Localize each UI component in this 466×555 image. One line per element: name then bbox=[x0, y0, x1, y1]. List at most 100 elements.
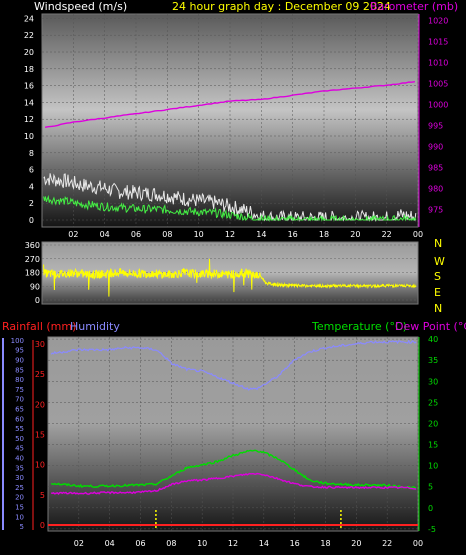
weather-graph: Windspeed (m/s) 24 hour graph day : Dece… bbox=[2, 0, 466, 548]
y-tick-label: 10 bbox=[24, 132, 34, 141]
y-tick-label: 10 bbox=[35, 461, 45, 470]
x-tick-label: 06 bbox=[131, 230, 141, 239]
windspeed-tick-labels: 024681012141618202224 bbox=[24, 14, 34, 225]
y-tick-label: 50 bbox=[15, 435, 24, 443]
y-tick-label: 35 bbox=[15, 464, 24, 472]
y-tick-label: 80 bbox=[15, 376, 24, 384]
y-tick-label: 22 bbox=[24, 31, 34, 40]
y-tick-label: 25 bbox=[428, 398, 438, 407]
x-tick-label: 22 bbox=[382, 230, 392, 239]
x-tick-label: 20 bbox=[350, 230, 360, 239]
y-tick-label: 30 bbox=[35, 340, 45, 349]
y-tick-label: 1005 bbox=[428, 80, 448, 89]
y-tick-label: 995 bbox=[428, 122, 443, 131]
y-tick-label: 25 bbox=[35, 370, 45, 379]
x-tick-label: 22 bbox=[382, 539, 392, 548]
y-tick-label: 18 bbox=[24, 65, 34, 74]
x-tick-label: 02 bbox=[74, 539, 84, 548]
x-tick-label: 14 bbox=[256, 230, 266, 239]
y-tick-label: 25 bbox=[15, 484, 24, 492]
y-tick-label: 990 bbox=[428, 143, 443, 152]
compass-label: E bbox=[434, 286, 441, 299]
y-tick-label: 1010 bbox=[428, 59, 448, 68]
y-tick-label: 65 bbox=[15, 406, 24, 414]
y-tick-label: 15 bbox=[35, 431, 45, 440]
x-tick-label: 08 bbox=[162, 230, 172, 239]
wind-panel-x-tick-labels: 02 04 06 08 10 12 14 16 18 20 22 00 bbox=[68, 230, 423, 239]
y-tick-label: 16 bbox=[24, 82, 34, 91]
y-tick-label: 90 bbox=[30, 282, 40, 291]
y-tick-label: -5 bbox=[428, 525, 436, 534]
y-tick-label: 2 bbox=[29, 199, 34, 208]
humidity-axis-label: Humidity bbox=[70, 320, 120, 333]
y-tick-label: 5 bbox=[40, 491, 45, 500]
y-tick-label: 95 bbox=[15, 347, 24, 355]
x-tick-label: 10 bbox=[197, 539, 207, 548]
x-tick-label: 04 bbox=[100, 230, 110, 239]
y-tick-label: 55 bbox=[15, 425, 24, 433]
y-tick-label: 0 bbox=[428, 504, 433, 513]
temperature-panel-x-tick-labels: 02 04 06 08 10 12 14 16 18 20 22 00 bbox=[74, 539, 423, 548]
y-tick-label: 30 bbox=[428, 377, 438, 386]
barometer-tick-labels: 975 980 985 990 995 1000 1005 1010 1015 1020 bbox=[418, 14, 448, 227]
y-tick-label: 15 bbox=[428, 441, 438, 450]
y-tick-label: 1000 bbox=[428, 101, 448, 110]
x-tick-label: 04 bbox=[105, 539, 115, 548]
y-tick-label: 70 bbox=[15, 396, 24, 404]
y-tick-label: 90 bbox=[15, 357, 24, 365]
y-tick-label: 40 bbox=[428, 335, 438, 344]
y-tick-label: 985 bbox=[428, 164, 443, 173]
y-tick-label: 5 bbox=[20, 523, 24, 531]
x-tick-label: 10 bbox=[194, 230, 204, 239]
y-tick-label: 30 bbox=[15, 474, 24, 482]
x-tick-label: 02 bbox=[68, 230, 78, 239]
y-tick-label: 20 bbox=[24, 48, 34, 57]
y-tick-label: 0 bbox=[40, 521, 45, 530]
y-tick-label: 40 bbox=[15, 455, 24, 463]
y-tick-label: 20 bbox=[15, 494, 24, 502]
y-tick-label: 180 bbox=[25, 269, 40, 278]
y-tick-label: 14 bbox=[24, 98, 34, 107]
compass-labels: NWSEN bbox=[434, 237, 445, 315]
x-tick-label: 12 bbox=[228, 539, 238, 548]
y-tick-label: 360 bbox=[25, 241, 40, 250]
y-tick-label: 4 bbox=[29, 182, 34, 191]
y-tick-label: 12 bbox=[24, 115, 34, 124]
x-tick-label: 20 bbox=[351, 539, 361, 548]
temperature-tick-labels: -5 0 5 10 15 20 25 30 35 40 bbox=[428, 335, 438, 534]
y-tick-label: 1015 bbox=[428, 38, 448, 47]
humidity-tick-labels: 5101520253035404550556065707580859095100 bbox=[11, 337, 24, 531]
chart-title: 24 hour graph day : December 09 2024 bbox=[172, 0, 391, 13]
y-tick-label: 75 bbox=[15, 386, 24, 394]
barometer-axis-label: Barometer (mb) bbox=[370, 0, 458, 13]
y-tick-label: 24 bbox=[24, 14, 34, 23]
y-tick-label: 20 bbox=[428, 419, 438, 428]
dewpoint-axis-label: Dew Point (°C) bbox=[395, 320, 466, 333]
y-tick-label: 85 bbox=[15, 366, 24, 374]
x-tick-label: 16 bbox=[290, 539, 300, 548]
y-tick-label: 45 bbox=[15, 445, 24, 453]
compass-label: S bbox=[434, 270, 441, 283]
x-tick-label: 00 bbox=[413, 230, 423, 239]
y-tick-label: 15 bbox=[15, 504, 24, 512]
y-tick-label: 35 bbox=[428, 356, 438, 365]
x-tick-label: 14 bbox=[259, 539, 269, 548]
x-tick-label: 12 bbox=[225, 230, 235, 239]
y-tick-label: 6 bbox=[29, 166, 34, 175]
x-tick-label: 16 bbox=[288, 230, 298, 239]
direction-tick-labels: 0 90 180 270 360 bbox=[25, 241, 40, 305]
compass-label: W bbox=[434, 255, 445, 268]
y-tick-label: 5 bbox=[428, 483, 433, 492]
x-tick-label: 06 bbox=[135, 539, 145, 548]
y-tick-label: 100 bbox=[11, 337, 24, 345]
y-tick-label: 975 bbox=[428, 206, 443, 215]
y-tick-label: 0 bbox=[29, 216, 34, 225]
y-tick-label: 20 bbox=[35, 400, 45, 409]
windspeed-axis-label: Windspeed (m/s) bbox=[34, 0, 127, 13]
y-tick-label: 60 bbox=[15, 415, 24, 423]
temperature-axis-label: Temperature (°C) bbox=[311, 320, 407, 333]
rainfall-axis-label: Rainfall (mm) bbox=[2, 320, 76, 333]
y-tick-label: 270 bbox=[25, 255, 40, 264]
x-tick-label: 18 bbox=[319, 230, 329, 239]
y-tick-label: 980 bbox=[428, 185, 443, 194]
